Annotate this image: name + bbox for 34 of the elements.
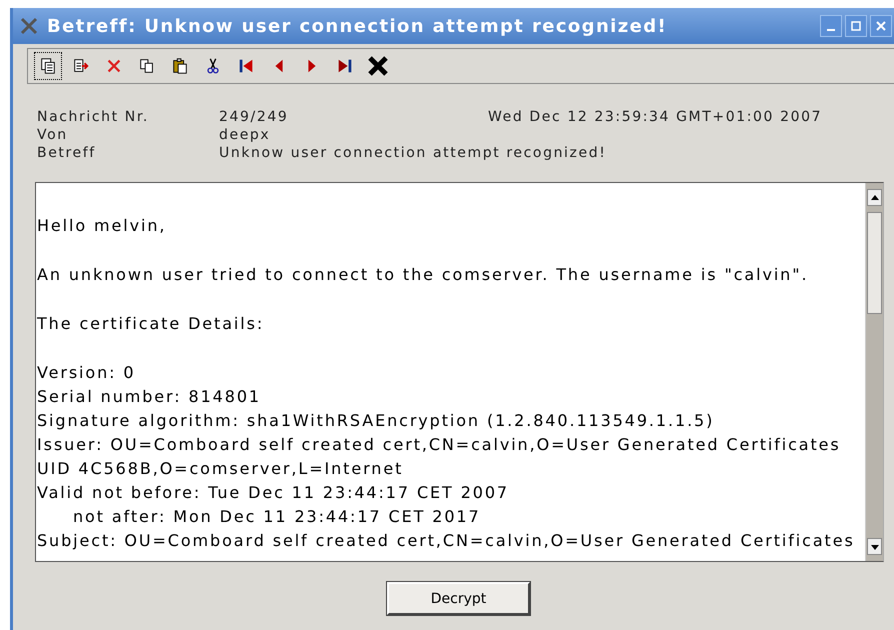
- message-line: UID 4C568B,O=comserver,L=Internet: [37, 458, 404, 480]
- minimize-button[interactable]: [820, 15, 842, 37]
- field-value: 249/249: [219, 108, 290, 126]
- message-date: Wed Dec 12 23:59:34 GMT+01:00 2007: [488, 108, 822, 126]
- window-title: Betreff: Unknow user connection attempt recognized!: [47, 16, 668, 36]
- maximize-icon: [850, 20, 862, 32]
- message-line: Valid not before: Tue Dec 11 23:44:17 CET 2007: [37, 482, 510, 504]
- document-icon[interactable]: [34, 52, 62, 80]
- close-icon: [875, 20, 887, 32]
- field-label: Von: [37, 126, 69, 144]
- field-label: Betreff: [37, 144, 97, 162]
- message-line: Serial number: 814801: [37, 386, 262, 408]
- message-line: Issuer: OU=Comboard self created cert,CN=calvin,O=User Generated Certificates: [37, 434, 842, 456]
- message-line: Subject: OU=Comboard self created cert,CN=calvin,O=User Generated Certificates: [37, 530, 856, 552]
- maximize-button[interactable]: [845, 15, 867, 37]
- message-paragraph: The certificate Details:: [37, 313, 266, 335]
- message-line: Signature algorithm: sha1WithRSAEncryption (1.2.840.113549.1.1.5): [37, 410, 716, 432]
- message-paragraph: Hello melvin,: [37, 215, 168, 237]
- up-arrow-icon: [870, 192, 880, 202]
- scroll-down-button[interactable]: [867, 538, 882, 555]
- minimize-icon: [827, 29, 835, 31]
- field-label: Nachricht Nr.: [37, 108, 150, 126]
- message-paragraph: An unknown user tried to connect to the comserver. The username is "calvin".: [37, 264, 810, 286]
- scroll-up-button[interactable]: [867, 189, 882, 206]
- message-text-area[interactable]: [35, 182, 884, 562]
- decrypt-button[interactable]: Decrypt: [387, 582, 530, 615]
- field-value: deepx: [219, 126, 272, 144]
- vertical-scrollbar[interactable]: [865, 183, 883, 561]
- x-logo-icon: [19, 16, 39, 36]
- message-line: Version: 0: [37, 362, 136, 384]
- scroll-thumb[interactable]: [867, 212, 882, 314]
- close-button[interactable]: [870, 15, 892, 37]
- message-line: not after: Mon Dec 11 23:44:17 CET 2017: [72, 506, 482, 528]
- field-value: Unknow user connection attempt recognized!: [219, 144, 606, 162]
